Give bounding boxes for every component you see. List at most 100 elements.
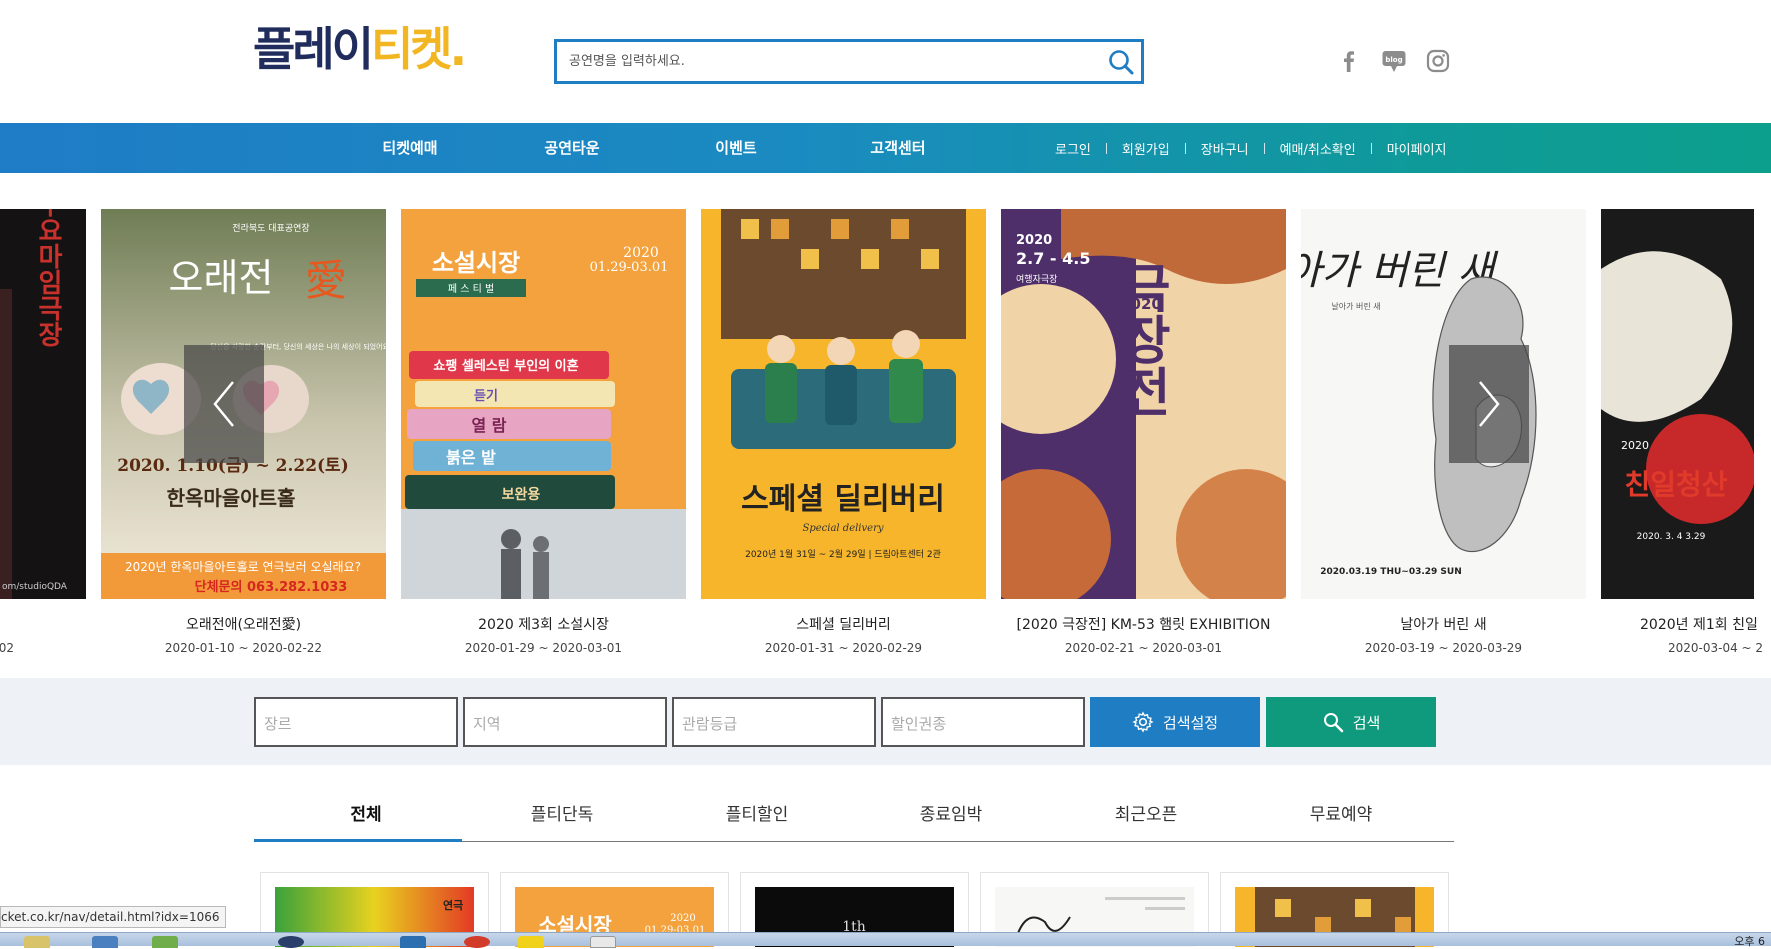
poster-title: 극장전 <box>1111 261 1171 417</box>
poster-book-text: 쇼팽 셀레스틴 부인의 이혼 <box>433 358 578 374</box>
instagram-icon[interactable] <box>1425 48 1451 74</box>
poster-title: 친일청산 <box>1624 468 1727 501</box>
poster-image[interactable]: 날아가 버린 새 날아가 버린 새 2020.03.19 THU~03.29 S… <box>1301 209 1586 599</box>
facebook-icon[interactable] <box>1336 48 1362 74</box>
nav-event[interactable]: 이벤트 <box>684 123 788 173</box>
poster-phone: 단체문의 063.282.1033 <box>195 579 348 595</box>
poster-url: om/studioQDA <box>2 582 68 592</box>
search-button-label: 검색 <box>1352 713 1381 732</box>
poster-banner: 2020년 한옥마을아트홀로 연극보러 오실래요? <box>125 560 361 574</box>
tab-ending-soon[interactable]: 종료임박 <box>853 800 1049 840</box>
poster-caption-date: 2020-03-19 ~ 2020-03-29 <box>1364 641 1523 655</box>
poster-caption-date: 2020-03-04 ~ 2 <box>1668 641 1764 655</box>
nav-login[interactable]: 로그인 <box>1040 139 1106 158</box>
poster-image[interactable]: 스페셜 딜리버리 Special delivery 2020년 1월 31일 ~… <box>701 209 986 599</box>
taskbar-clock: 오후 6 <box>1734 935 1765 948</box>
poster-book-text: 열 람 <box>471 416 506 435</box>
nav-ticket-booking[interactable]: 티켓예매 <box>358 123 462 173</box>
chevron-left-icon <box>213 381 234 427</box>
app-icon[interactable] <box>464 936 490 948</box>
nav-signup[interactable]: 회원가입 <box>1107 139 1185 158</box>
active-tab-indicator <box>254 839 462 842</box>
nav-cart[interactable]: 장바구니 <box>1186 139 1264 158</box>
app-icon[interactable] <box>518 936 544 948</box>
logo-text-play: 플레이 <box>253 22 374 76</box>
rating-select[interactable]: 관람등급 <box>672 697 876 747</box>
search-bar <box>554 39 1144 84</box>
poster-caption-date: 2020-02-21 ~ 2020-03-01 <box>1064 641 1223 655</box>
poster-image[interactable]: 소설시장 페 스 티 벌 2020 01.29-03.01 쇼팽 셀레스틴 부인… <box>401 209 686 599</box>
app-icon[interactable] <box>590 936 616 948</box>
poster-caption-date: 2020-01-31 ~ 2020-02-29 <box>764 641 923 655</box>
genre-select[interactable]: 장르 <box>254 697 458 747</box>
poster-top-text: 전라북도 대표공연장 <box>232 223 309 234</box>
folder-icon[interactable] <box>24 936 50 948</box>
poster-date: 2.7 - 4.5 <box>1016 249 1090 268</box>
tab-all[interactable]: 전체 <box>268 800 464 840</box>
app-icon[interactable] <box>400 936 426 948</box>
tab-exclusive[interactable]: 플티단독 <box>464 800 660 840</box>
thumbnail-year: 2020 <box>670 913 695 924</box>
poster-caption-title[interactable]: 2020 제3회 소설시장 <box>401 614 686 634</box>
poster-title: 스페셜 딜리버리 <box>741 482 945 517</box>
poster-date: 01.29-03.01 <box>590 260 669 275</box>
poster-caption-title[interactable]: 스페셜 딜리버리 <box>701 614 986 634</box>
poster-subtitle: 날아가 버린 새 <box>1331 301 1380 311</box>
poster-image[interactable]: 2020 2.7 - 4.5 여행자극장 2020 극장전 <box>1001 209 1286 599</box>
poster-image[interactable]: 2020 친일청산 2020. 3. 4 3.29 <box>1601 209 1754 599</box>
tab-discount[interactable]: 플티할인 <box>659 800 855 840</box>
poster-book-text: 보완용 <box>502 487 541 503</box>
thumbnail-label: 연극 <box>443 898 463 912</box>
poster-caption-title[interactable]: [2020 극장전] KM-53 햄릿 EXHIBITION <box>1001 614 1286 634</box>
poster-book-text: 듣기 <box>474 389 498 404</box>
app-icon[interactable] <box>278 936 304 948</box>
poster-caption-date: 2020-01-10 ~ 2020-02-22 <box>164 641 323 655</box>
main-nav-bar: 티켓예매 공연타운 이벤트 고객센터 로그인 회원가입 장바구니 예매/취소확인… <box>0 123 1771 173</box>
search-settings-button[interactable]: 검색설정 <box>1090 697 1260 747</box>
poster-caption-title[interactable]: 2020년 제1회 친일 <box>1640 614 1771 634</box>
nav-booking-check[interactable]: 예매/취소확인 <box>1265 139 1371 158</box>
nav-mypage[interactable]: 마이페이지 <box>1372 139 1462 158</box>
poster-year: 2020 <box>1621 439 1649 452</box>
poster-title: 수요마임극장 <box>33 209 63 347</box>
logo-text-ticket: 티켓. <box>370 22 467 76</box>
poster-year: 2020 <box>1016 233 1052 248</box>
util-nav: 로그인 회원가입 장바구니 예매/취소확인 마이페이지 <box>1040 123 1462 173</box>
poster-year: 2020 <box>623 245 659 261</box>
blog-icon-label: blog <box>1385 56 1402 64</box>
poster-caption-date: 02 <box>0 641 14 655</box>
app-icon[interactable] <box>92 936 118 948</box>
carousel-prev-button[interactable] <box>184 345 264 463</box>
blog-icon[interactable]: blog <box>1381 48 1407 74</box>
nav-customer-center[interactable]: 고객센터 <box>846 123 950 173</box>
search-input[interactable] <box>567 42 1087 81</box>
poster-caption-title[interactable]: 날아가 버린 새 <box>1301 614 1586 634</box>
filter-search-button[interactable]: 검색 <box>1266 697 1436 747</box>
tab-free-reservation[interactable]: 무료예약 <box>1243 800 1439 840</box>
search-settings-label: 검색설정 <box>1162 713 1219 732</box>
poster-venue: 한옥마을아트홀 <box>167 486 296 510</box>
poster-date: 2020.03.19 THU~03.29 SUN <box>1320 567 1462 577</box>
chevron-right-icon <box>1479 381 1500 427</box>
poster-title: 오래전 <box>169 256 274 300</box>
carousel-next-button[interactable] <box>1449 345 1529 463</box>
poster-caption-title[interactable]: 오래전애(오래전愛) <box>101 614 386 634</box>
site-logo[interactable]: 플레이티켓. <box>253 26 467 72</box>
poster-date: 2020. 3. 4 3.29 <box>1637 532 1706 542</box>
poster-subtitle: Special delivery <box>802 523 883 534</box>
search-icon <box>1323 713 1343 733</box>
search-icon[interactable] <box>1107 48 1135 76</box>
poster-title-hanja: 愛 <box>305 256 347 305</box>
gear-icon <box>1132 711 1154 733</box>
nav-performance-town[interactable]: 공연타운 <box>520 123 624 173</box>
poster-title: 소설시장 <box>432 248 520 277</box>
discount-select[interactable]: 할인권종 <box>881 697 1085 747</box>
poster-book-text: 붉은 밭 <box>446 448 496 467</box>
poster-image[interactable]: 수요마임극장 om/studioQDA <box>0 209 86 599</box>
poster-venue: 여행자극장 <box>1016 273 1057 285</box>
tab-recent-open[interactable]: 최근오픈 <box>1048 800 1244 840</box>
poster-subtitle: 페 스 티 벌 <box>448 283 494 295</box>
region-select[interactable]: 지역 <box>463 697 667 747</box>
app-icon[interactable] <box>152 936 178 948</box>
poster-date: 2020년 1월 31일 ~ 2월 29일 | 드림아트센터 2관 <box>745 548 941 560</box>
